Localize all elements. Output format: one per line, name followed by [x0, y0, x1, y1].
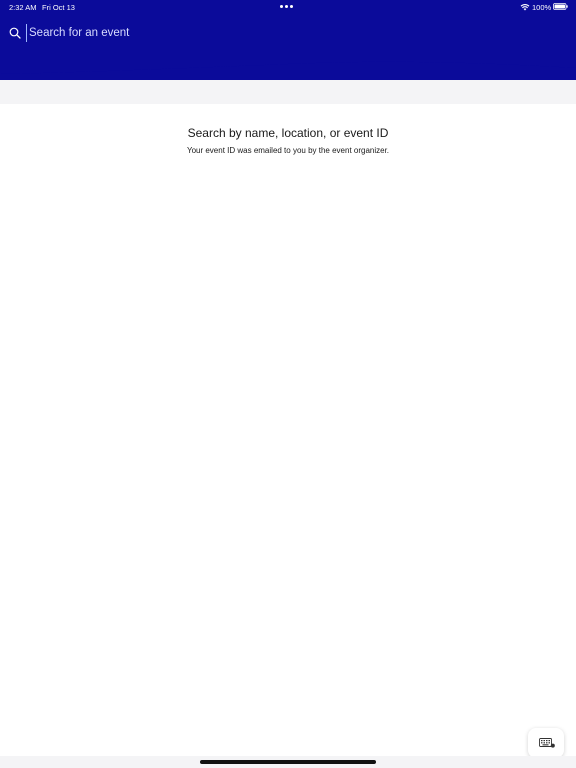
status-bar: 2:32 AM Fri Oct 13 100%	[0, 0, 576, 14]
empty-state-title: Search by name, location, or event ID	[187, 126, 389, 140]
keyboard-toggle-button[interactable]	[528, 728, 564, 758]
home-indicator[interactable]	[200, 760, 376, 764]
battery-icon	[553, 3, 568, 10]
keyboard-icon	[539, 738, 555, 748]
battery-percent: 100%	[532, 3, 552, 12]
empty-state-subtitle: Your event ID was emailed to you by the …	[186, 146, 390, 155]
multitasking-dots-icon[interactable]	[280, 5, 293, 8]
empty-state: Search by name, location, or event ID Yo…	[0, 104, 576, 155]
header-wave	[0, 58, 576, 74]
search-bar	[0, 22, 576, 44]
wifi-icon	[520, 4, 530, 11]
search-icon	[9, 27, 21, 39]
status-time: 2:32 AM	[9, 3, 37, 12]
status-date: Fri Oct 13	[42, 3, 75, 12]
search-input[interactable]	[26, 24, 449, 42]
